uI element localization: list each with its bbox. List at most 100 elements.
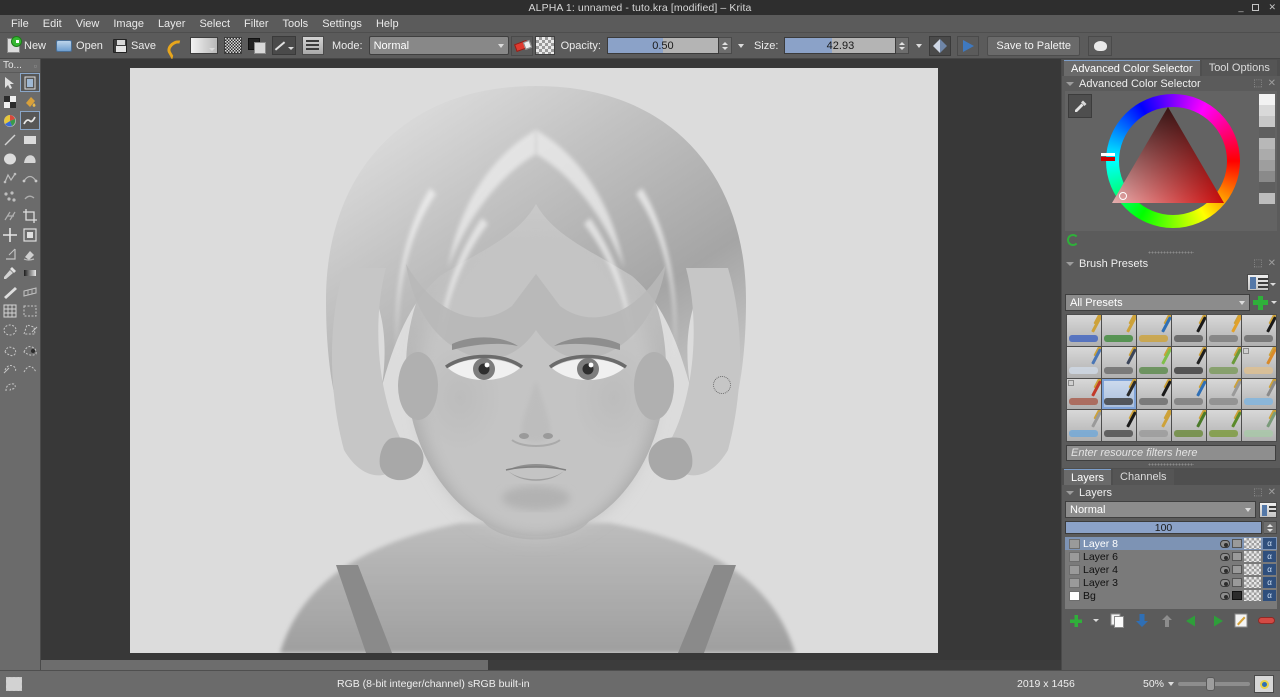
brush-preset-cell-8[interactable] xyxy=(1137,346,1171,378)
brush-editor-button[interactable] xyxy=(300,35,326,57)
brush-preset-cell-14[interactable] xyxy=(1137,378,1171,410)
layer-visibility-icon[interactable] xyxy=(1220,565,1230,574)
undo-button[interactable] xyxy=(162,35,186,57)
layer-lock-icon[interactable] xyxy=(1232,565,1242,574)
brush-preset-cell-13[interactable] xyxy=(1102,378,1136,410)
color-picker-button[interactable] xyxy=(1068,94,1092,118)
tab-advanced-color-selector[interactable]: Advanced Color Selector xyxy=(1064,60,1200,76)
layer-left-button[interactable] xyxy=(1182,612,1201,629)
brush-preset-cell-22[interactable] xyxy=(1207,410,1241,441)
brush-preset-cell-16[interactable] xyxy=(1207,378,1241,410)
close-layers-icon[interactable]: ✕ xyxy=(1268,487,1276,498)
shade-swatch-5[interactable] xyxy=(1259,149,1275,160)
zoom-control[interactable]: 50% xyxy=(1143,677,1251,691)
opacity-options-chevron-icon[interactable] xyxy=(737,43,744,48)
shade-swatch-4[interactable] xyxy=(1259,138,1275,149)
brush-preset-cell-19[interactable] xyxy=(1102,410,1136,441)
layer-alpha-lock-icon[interactable]: α xyxy=(1263,590,1276,601)
layer-visibility-icon[interactable] xyxy=(1220,539,1230,548)
select-contiguous-tool[interactable] xyxy=(20,339,40,358)
menu-file[interactable]: File xyxy=(4,16,36,32)
select-magnetic-tool[interactable] xyxy=(0,377,20,396)
scrollbar-thumb[interactable] xyxy=(488,660,1061,670)
menu-settings[interactable]: Settings xyxy=(315,16,369,32)
brush-preset-cell-0[interactable] xyxy=(1067,315,1101,346)
shade-swatch-8[interactable] xyxy=(1259,182,1275,193)
shade-swatch-7[interactable] xyxy=(1259,171,1275,182)
menu-layer[interactable]: Layer xyxy=(151,16,193,32)
perspective-grid-tool[interactable] xyxy=(20,282,40,301)
toolbox-float-icon[interactable]: ▫ xyxy=(34,61,37,71)
wrap-around-button[interactable] xyxy=(957,35,980,56)
float-icon-presets[interactable]: ⬚ xyxy=(1253,258,1262,269)
new-button[interactable]: New xyxy=(3,35,50,57)
move-tool[interactable] xyxy=(0,225,20,244)
brush-preset-cell-17[interactable] xyxy=(1242,378,1276,410)
transform-mask-tool[interactable] xyxy=(20,225,40,244)
tab-layers[interactable]: Layers xyxy=(1064,469,1112,485)
menu-image[interactable]: Image xyxy=(106,16,151,32)
canvas-area[interactable] xyxy=(41,59,1061,670)
layer-lock-icon[interactable] xyxy=(1232,578,1242,587)
crop-tool[interactable] xyxy=(20,206,40,225)
layer-row[interactable]: Layer 4 α xyxy=(1065,563,1277,576)
layer-row[interactable]: Layer 6 α xyxy=(1065,550,1277,563)
select-elliptical-tool[interactable] xyxy=(0,320,20,339)
multibrush-tool[interactable] xyxy=(0,206,20,225)
select-similar-tool[interactable] xyxy=(0,358,20,377)
layer-visibility-icon[interactable] xyxy=(1220,552,1230,561)
brush-preset-cell-23[interactable] xyxy=(1242,410,1276,441)
layer-visibility-icon[interactable] xyxy=(1220,578,1230,587)
eraser-toggle-button[interactable] xyxy=(510,35,533,56)
shade-swatch-2[interactable] xyxy=(1259,116,1275,127)
preserve-alpha-button[interactable] xyxy=(534,36,555,55)
brush-preset-cell-12[interactable] xyxy=(1067,378,1101,410)
brush-preset-cell-20[interactable] xyxy=(1137,410,1171,441)
brush-preset-cell-2[interactable] xyxy=(1137,315,1171,346)
brush-preset-cell-3[interactable] xyxy=(1172,315,1206,346)
rectangle-tool[interactable] xyxy=(20,130,40,149)
brush-preset-cell-11[interactable] xyxy=(1242,346,1276,378)
collapse-icon-presets[interactable] xyxy=(1066,261,1074,266)
menu-view[interactable]: View xyxy=(69,16,107,32)
freehand-brush-tool[interactable] xyxy=(20,111,40,130)
dynamic-brush-tool[interactable] xyxy=(20,187,40,206)
layer-lock-icon[interactable] xyxy=(1232,539,1242,548)
move-layer-down-button[interactable] xyxy=(1133,612,1152,629)
polyline-tool[interactable] xyxy=(0,168,20,187)
duplicate-layer-button[interactable] xyxy=(1108,612,1127,629)
size-options-chevron-icon[interactable] xyxy=(916,43,923,48)
brush-preset-cell-6[interactable] xyxy=(1067,346,1101,378)
gradient-selector[interactable] xyxy=(188,35,220,57)
size-stepper[interactable] xyxy=(896,37,910,54)
shade-swatch-9[interactable] xyxy=(1259,193,1275,204)
fill-tool[interactable] xyxy=(20,92,40,111)
size-control[interactable]: 42.93 xyxy=(784,37,910,54)
bezier-curve-tool[interactable] xyxy=(20,168,40,187)
add-layer-dropdown[interactable] xyxy=(1091,612,1102,629)
pattern-selector[interactable] xyxy=(222,35,244,57)
select-shapes-tool[interactable] xyxy=(0,73,20,92)
select-freehand-tool[interactable] xyxy=(0,339,20,358)
brush-preset-cell-1[interactable] xyxy=(1102,315,1136,346)
save-button[interactable]: Save xyxy=(109,35,160,57)
menu-edit[interactable]: Edit xyxy=(36,16,69,32)
close-docker-icon[interactable]: ✕ xyxy=(1268,78,1276,89)
tab-tool-options[interactable]: Tool Options xyxy=(1201,60,1277,76)
delete-layer-button[interactable] xyxy=(1257,612,1276,629)
collapse-icon-layers[interactable] xyxy=(1066,490,1074,495)
resource-filter-input[interactable]: Enter resource filters here xyxy=(1066,445,1276,461)
layer-blend-mode-select[interactable]: Normal xyxy=(1065,501,1256,518)
layer-lock-icon[interactable] xyxy=(1232,591,1242,600)
measure-tool[interactable] xyxy=(0,244,20,263)
shade-swatch-3[interactable] xyxy=(1259,127,1275,138)
preset-view-mode-button[interactable] xyxy=(1247,273,1269,291)
mirror-horizontal-button[interactable] xyxy=(929,35,952,56)
zoom-chevron-icon[interactable] xyxy=(1168,682,1175,686)
advanced-color-selector[interactable] xyxy=(1065,91,1277,231)
layer-visibility-icon[interactable] xyxy=(1220,591,1230,600)
menu-help[interactable]: Help xyxy=(369,16,406,32)
color-picker-tool[interactable] xyxy=(0,263,20,282)
fg-bg-color-button[interactable] xyxy=(246,35,268,57)
brush-preset-dropdown[interactable] xyxy=(270,35,298,57)
